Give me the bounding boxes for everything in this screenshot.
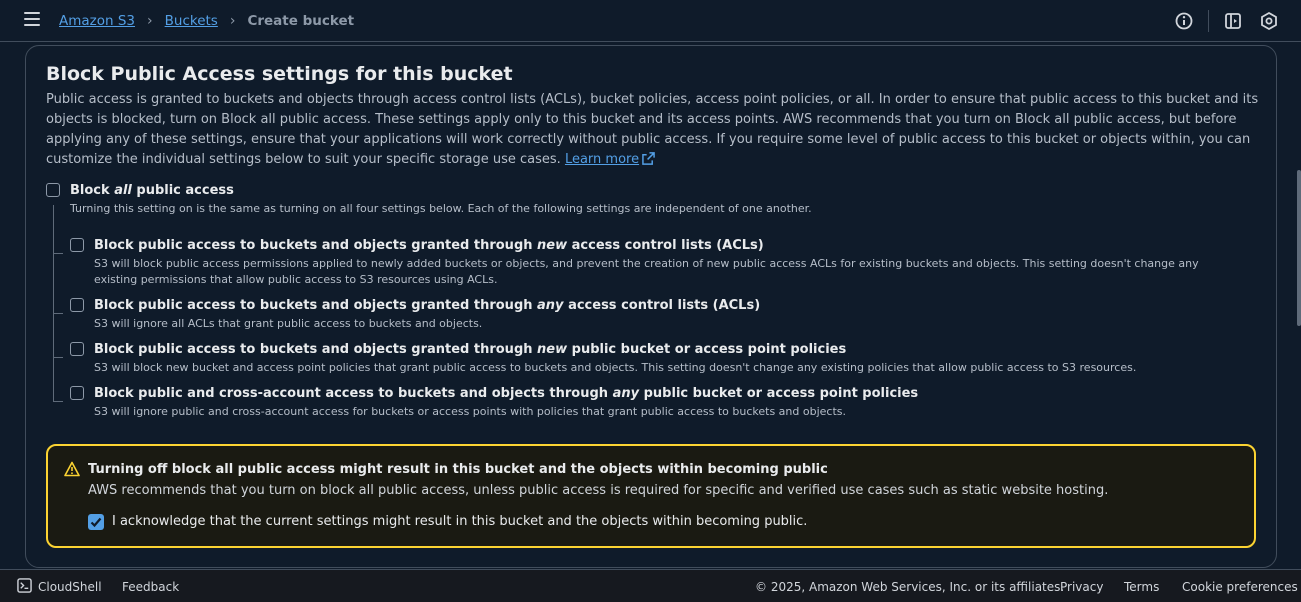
- tree-branch: [53, 313, 63, 314]
- warning-triangle-icon: [64, 461, 80, 477]
- block-all-public-access-description: Turning this setting on is the same as t…: [70, 202, 812, 215]
- toolbar-divider: [1208, 10, 1209, 32]
- block-new-policies-description: S3 will block new bucket and access poin…: [94, 361, 1137, 374]
- warning-title: Turning off block all public access migh…: [88, 462, 828, 477]
- block-new-acls-label: Block public access to buckets and objec…: [94, 238, 764, 253]
- copyright-text: © 2025, Amazon Web Services, Inc. or its…: [755, 580, 1065, 594]
- block-any-acls-checkbox[interactable]: [70, 298, 84, 312]
- hamburger-menu-icon[interactable]: [24, 12, 40, 26]
- chevron-right-icon: ›: [229, 13, 236, 29]
- terms-link[interactable]: Terms: [1124, 580, 1159, 594]
- info-icon[interactable]: [1174, 11, 1194, 31]
- acknowledge-checkbox[interactable]: [88, 514, 104, 530]
- block-any-policies-label: Block public and cross-account access to…: [94, 386, 919, 401]
- console-footer: CloudShell Feedback © 2025, Amazon Web S…: [0, 569, 1301, 602]
- cookie-preferences-link[interactable]: Cookie preferences: [1182, 580, 1298, 594]
- warning-text: AWS recommends that you turn on block al…: [88, 483, 1109, 498]
- settings-hexagon-icon[interactable]: [1259, 11, 1279, 31]
- block-all-public-access-label: Block all public access: [70, 183, 234, 198]
- block-any-policies-description: S3 will ignore public and cross-account …: [94, 405, 847, 418]
- tree-branch: [53, 253, 63, 254]
- top-bar-actions: [1174, 10, 1279, 32]
- learn-more-link[interactable]: Learn more: [565, 152, 639, 167]
- block-any-acls-description: S3 will ignore all ACLs that grant publi…: [94, 317, 483, 330]
- top-navigation-bar: Amazon S3 › Buckets › Create bucket: [0, 0, 1301, 42]
- breadcrumb-current-page: Create bucket: [247, 13, 355, 29]
- chevron-right-icon: ›: [147, 13, 153, 29]
- block-new-policies-label: Block public access to buckets and objec…: [94, 342, 847, 357]
- section-description: Public access is granted to buckets and …: [46, 90, 1261, 170]
- breadcrumb-amazon-s3-link[interactable]: Amazon S3: [59, 13, 135, 29]
- block-new-policies-checkbox[interactable]: [70, 342, 84, 356]
- section-title: Block Public Access settings for this bu…: [46, 63, 513, 85]
- acknowledge-label[interactable]: I acknowledge that the current settings …: [112, 514, 807, 529]
- tree-branch: [53, 401, 63, 402]
- tree-connector: [53, 205, 54, 402]
- privacy-link[interactable]: Privacy: [1060, 580, 1103, 594]
- notes-panel-icon[interactable]: [1223, 11, 1243, 31]
- feedback-link[interactable]: Feedback: [122, 580, 179, 594]
- cloudshell-button[interactable]: CloudShell: [38, 580, 102, 594]
- external-link-icon[interactable]: [642, 152, 655, 165]
- checkmark-icon: [90, 517, 102, 528]
- block-any-policies-checkbox[interactable]: [70, 386, 84, 400]
- breadcrumb-buckets-link[interactable]: Buckets: [165, 13, 218, 29]
- breadcrumb: Amazon S3 › Buckets › Create bucket: [59, 13, 354, 29]
- block-new-acls-checkbox[interactable]: [70, 238, 84, 252]
- block-new-acls-description: S3 will block public access permissions …: [94, 257, 1199, 286]
- block-all-public-access-checkbox[interactable]: [46, 183, 60, 197]
- cloudshell-icon[interactable]: [17, 578, 32, 593]
- block-any-acls-label: Block public access to buckets and objec…: [94, 298, 761, 313]
- vertical-scrollbar[interactable]: [1297, 170, 1301, 326]
- tree-branch: [53, 357, 63, 358]
